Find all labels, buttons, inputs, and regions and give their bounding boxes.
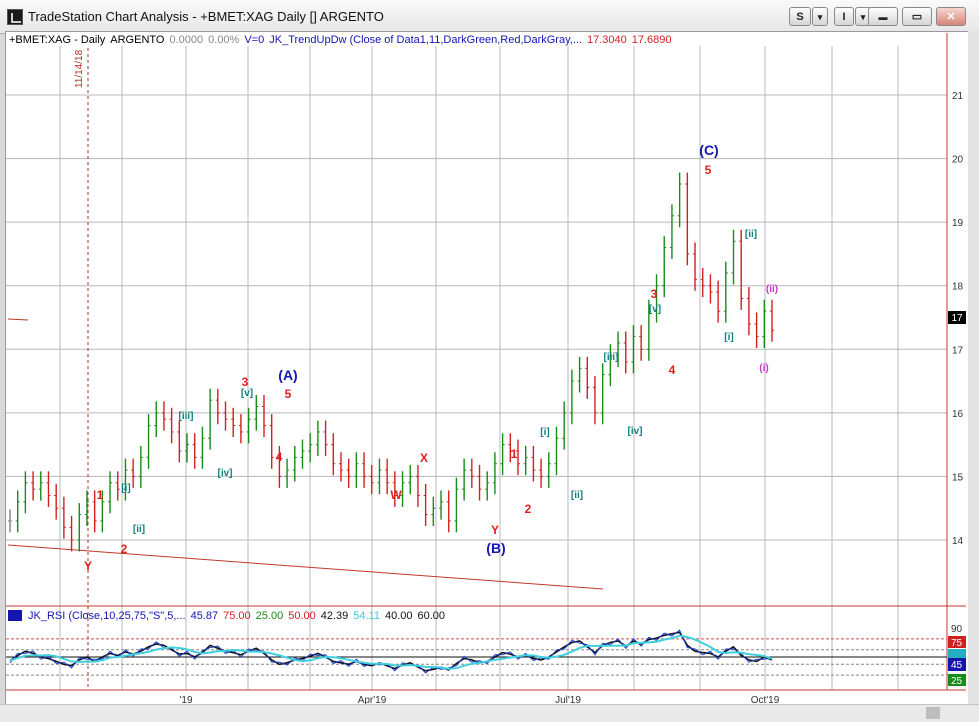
support-trendline <box>7 544 604 590</box>
wave-label-2: 2 <box>121 542 128 556</box>
wave-label-b: (B) <box>486 540 505 556</box>
rsi-value-2: 75.00 <box>223 610 251 622</box>
last-price-label: 17 <box>951 313 963 324</box>
rsi-value-8: 60.00 <box>417 610 446 622</box>
wave-label-y: Y <box>84 559 92 573</box>
wave-label-bii: [ii] <box>571 490 583 501</box>
header-change: 0.0000 <box>169 34 204 46</box>
rsi-60-marker <box>948 649 966 658</box>
header-study-params: (Close of Data1,11,DarkGreen,Red,DarkGra… <box>349 34 582 46</box>
wave-label-4a: 4 <box>276 450 283 464</box>
wave-label-iv: [iv] <box>218 468 233 479</box>
rsi-fast-line <box>9 629 773 674</box>
header-change-pct: 0.00% <box>208 34 240 46</box>
wave-label-v: [v] <box>241 388 253 399</box>
wave-label-i: [i] <box>121 483 130 494</box>
wave-label-paren-ii: (ii) <box>766 284 778 295</box>
price-axis-label: 16 <box>952 409 964 420</box>
wave-label-1: 1 <box>97 488 104 502</box>
price-axis-label: 21 <box>952 91 964 102</box>
horizontal-scrollbar[interactable] <box>0 704 979 722</box>
wave-label-y2: Y <box>491 523 499 537</box>
vertical-scrollbar[interactable] <box>968 31 979 704</box>
wave-label-c: (C) <box>699 142 718 158</box>
rsi-value-5: 42.39 <box>320 610 349 622</box>
wave-label-bi: [i] <box>540 427 549 438</box>
price-axis-label: 19 <box>952 218 964 229</box>
header-value-2: 17.6890 <box>631 34 672 46</box>
rsi-value-4: 50.00 <box>288 610 316 622</box>
wave-label-bv: [v] <box>649 304 661 315</box>
wave-label-x: X <box>420 451 428 465</box>
rsi-header: JK_RSI (Close,10,25,75,"S",5,... 45.87 75.… <box>28 610 450 622</box>
scrollbar-thumb[interactable] <box>926 707 940 719</box>
rsi-value-3: 25.00 <box>255 610 284 622</box>
wave-label-a: (A) <box>278 367 297 383</box>
wave-label-3a: 3 <box>242 375 249 389</box>
wave-label-ci: [i] <box>724 332 733 343</box>
wave-label-b2: 2 <box>525 502 532 516</box>
chart-grid <box>6 46 947 690</box>
price-axis-label: 20 <box>952 155 964 166</box>
header-symbol: +BMET:XAG - Daily <box>9 34 106 46</box>
rsi-value-6: 54.11 <box>353 610 380 622</box>
header-name: ARGENTO <box>110 34 165 46</box>
price-stub-line <box>7 318 29 321</box>
price-axis-label: 18 <box>952 282 964 293</box>
chart-header: +BMET:XAG - Daily ARGENTO 0.0000 0.00% V=0 JK… <box>9 34 677 46</box>
rsi-color-swatch <box>8 610 22 621</box>
wave-label-b1: 1 <box>511 447 518 461</box>
wave-label-b4: 4 <box>669 363 676 377</box>
wave-label-biii: [iii] <box>604 352 619 363</box>
rsi-axis-75: 75 <box>951 638 963 649</box>
wave-label-5a: 5 <box>285 387 292 401</box>
price-axis-label: 15 <box>952 472 964 483</box>
rsi-value-7: 40.00 <box>384 610 413 622</box>
wave-label-b5: 5 <box>705 163 712 177</box>
header-volume: V=0 <box>244 34 265 46</box>
wave-labels: Y 1 2 [i] [ii] [iii] [iv] 3 [v] (A) 5 4 … <box>84 142 778 573</box>
rsi-axis-90: 90 <box>951 624 963 635</box>
price-axis-label: 17 <box>952 345 964 356</box>
wave-label-paren-i: (i) <box>759 363 768 374</box>
rsi-axis-45: 45 <box>951 660 963 671</box>
wave-label-iii: [iii] <box>179 411 194 422</box>
rsi-study-label[interactable]: JK_RSI (Close,10,25,75,"S",5,... <box>28 610 186 622</box>
header-study[interactable]: JK_TrendUpDw <box>269 34 346 46</box>
wave-label-ii: [ii] <box>133 524 145 535</box>
rsi-grid <box>6 638 947 676</box>
wave-label-b3: 3 <box>651 287 658 301</box>
wave-label-w: W <box>390 488 402 502</box>
header-value-1: 17.3040 <box>586 34 627 46</box>
price-axis-label: 14 <box>952 536 964 547</box>
date-marker-label: 11/14/18 <box>74 49 85 88</box>
wave-label-biv: [iv] <box>628 426 643 437</box>
rsi-axis-25: 25 <box>951 676 963 687</box>
wave-label-cii: [ii] <box>745 229 757 240</box>
rsi-value-1: 45.87 <box>190 610 219 622</box>
